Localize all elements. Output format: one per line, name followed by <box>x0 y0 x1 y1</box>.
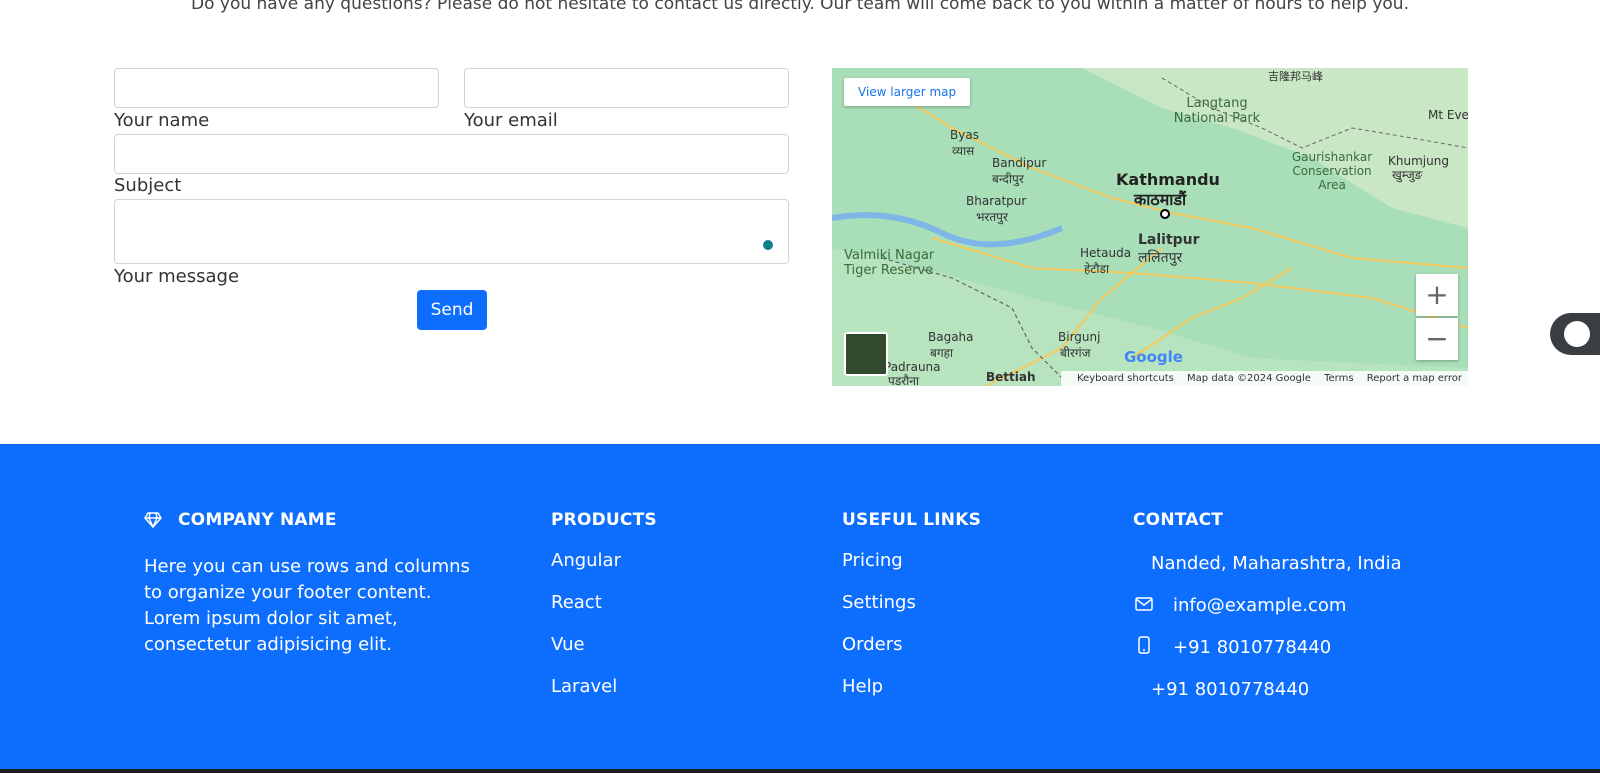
map-place: Bagaha <box>928 330 974 344</box>
subject-label: Subject <box>114 175 182 196</box>
map-place: बीरगंज <box>1060 346 1091 360</box>
embedded-map[interactable]: View larger map Kathmandu काठमाडौं Lalit… <box>832 68 1468 386</box>
report-map-error-link[interactable]: Report a map error <box>1367 373 1462 384</box>
map-place: Gaurishankar Conservation Area <box>1291 150 1373 192</box>
keyboard-shortcuts-link[interactable]: Keyboard shortcuts <box>1077 373 1174 384</box>
bottom-bar <box>0 769 1600 773</box>
send-button[interactable]: Send <box>417 290 487 330</box>
map-place: Langtang National Park <box>1173 96 1261 126</box>
footer-products-column: PRODUCTS Angular React Vue Laravel <box>551 510 657 698</box>
product-link-react[interactable]: React <box>551 592 657 614</box>
google-logo: Google <box>1124 348 1183 366</box>
map-place: Birgunj <box>1058 330 1101 344</box>
map-place: Kathmandu <box>1116 170 1220 189</box>
chat-widget-icon <box>1564 321 1590 347</box>
link-pricing[interactable]: Pricing <box>842 550 981 572</box>
link-help[interactable]: Help <box>842 676 981 698</box>
map-place: बगहा <box>930 346 954 360</box>
contact-phone: +91 8010778440 <box>1133 626 1402 668</box>
contact-phone-2: +91 8010778440 <box>1133 668 1402 710</box>
message-label: Your message <box>114 266 240 287</box>
map-place: Bandipur <box>992 156 1047 170</box>
contact-heading: CONTACT <box>1133 510 1224 530</box>
map-place: Bharatpur <box>966 194 1027 208</box>
name-input[interactable] <box>114 68 439 108</box>
product-link-laravel[interactable]: Laravel <box>551 676 657 698</box>
product-link-angular[interactable]: Angular <box>551 550 657 572</box>
map-place: भरतपुर <box>976 210 1008 224</box>
footer-company-column: COMPANY NAME Here you can use rows and c… <box>144 510 474 658</box>
map-place: खुम्जुङ <box>1392 168 1423 182</box>
company-heading: COMPANY NAME <box>144 510 474 530</box>
envelope-icon <box>1133 595 1155 616</box>
gem-icon <box>144 512 162 529</box>
map-place: Byas <box>950 128 979 142</box>
products-heading: PRODUCTS <box>551 510 657 530</box>
phone-text[interactable]: +91 8010778440 <box>1173 637 1331 658</box>
chat-widget[interactable] <box>1550 313 1600 355</box>
map-place: Mt Eve <box>1428 108 1468 122</box>
footer-contact-column: CONTACT Nanded, Maharashtra, India info@… <box>1133 510 1402 710</box>
company-title: COMPANY NAME <box>178 510 337 530</box>
terms-link[interactable]: Terms <box>1324 373 1353 384</box>
map-data-text: Map data ©2024 Google <box>1187 373 1311 384</box>
useful-links-heading: USEFUL LINKS <box>842 510 982 530</box>
map-place: Hetauda <box>1080 246 1132 260</box>
company-description: Here you can use rows and columns to org… <box>144 556 470 655</box>
map-place: Lalitpur <box>1138 232 1200 248</box>
map-place: Valmiki Nagar Tiger Reserve <box>844 248 935 278</box>
map-place: व्यास <box>952 144 975 158</box>
link-settings[interactable]: Settings <box>842 592 981 614</box>
map-place: 吉隆邦马峰 <box>1268 70 1323 83</box>
intro-text: Do you have any questions? Please do not… <box>191 0 1409 14</box>
view-larger-map-link[interactable]: View larger map <box>844 78 971 106</box>
map-place: बन्दीपुर <box>992 172 1024 186</box>
address-text: Nanded, Maharashtra, India <box>1151 552 1402 574</box>
grammar-dot-icon <box>763 240 773 250</box>
map-place: हेटौडा <box>1084 262 1110 276</box>
name-label: Your name <box>114 110 210 131</box>
footer: COMPANY NAME Here you can use rows and c… <box>0 444 1600 769</box>
zoom-out-button[interactable]: − <box>1416 318 1458 360</box>
product-link-vue[interactable]: Vue <box>551 634 657 656</box>
email-text[interactable]: info@example.com <box>1173 595 1346 616</box>
zoom-in-button[interactable]: + <box>1416 274 1458 316</box>
map-place: पडरौना <box>888 374 920 386</box>
contact-address: Nanded, Maharashtra, India <box>1133 542 1402 584</box>
map-attribution: Keyboard shortcuts Map data ©2024 Google… <box>1060 371 1468 386</box>
link-orders[interactable]: Orders <box>842 634 981 656</box>
phone-text-2[interactable]: +91 8010778440 <box>1151 679 1309 700</box>
contact-email: info@example.com <box>1133 584 1402 626</box>
footer-links-column: USEFUL LINKS Pricing Settings Orders Hel… <box>842 510 981 698</box>
satellite-thumbnail[interactable] <box>844 332 888 376</box>
email-input[interactable] <box>464 68 789 108</box>
subject-input[interactable] <box>114 134 789 174</box>
map-place: Bettiah <box>986 370 1036 384</box>
map-place: काठमाडौं <box>1134 190 1187 209</box>
email-label: Your email <box>464 110 558 131</box>
phone-icon <box>1133 635 1155 659</box>
map-place: ललितपुर <box>1138 250 1183 266</box>
message-textarea[interactable] <box>114 199 789 264</box>
